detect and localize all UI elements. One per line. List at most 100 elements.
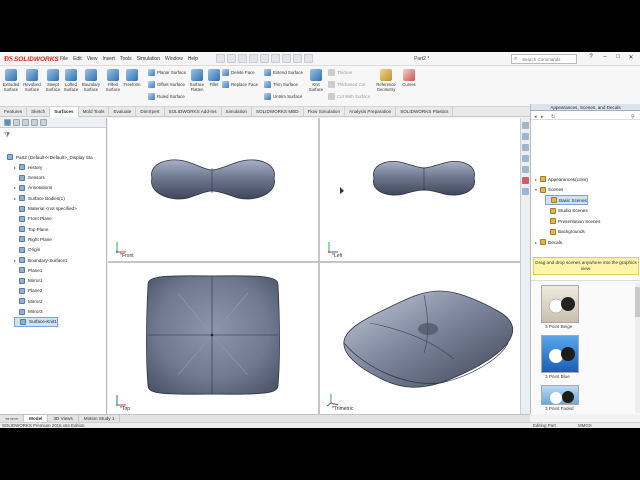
cut-with-surface-button[interactable]: Cut With Surface	[328, 93, 370, 100]
search-commands-input[interactable]: ⌕ Search Commands	[511, 54, 577, 64]
tree-item[interactable]: Top Plane	[14, 224, 48, 234]
tab-features[interactable]: Features	[0, 107, 28, 117]
menu-view[interactable]: View	[87, 56, 98, 62]
tree-item[interactable]: Surface-Knit1	[14, 316, 58, 327]
scene-thumb-3-point-blue[interactable]	[541, 335, 579, 373]
viewport-trimetric[interactable]: *Trimetric	[320, 263, 530, 414]
rebuild-icon[interactable]	[282, 54, 291, 63]
planar-surface-button[interactable]: Planar Surface	[148, 69, 186, 76]
replace-face-button[interactable]: Replace Face	[222, 81, 258, 88]
menu-edit[interactable]: Edit	[73, 56, 82, 62]
open-icon[interactable]	[227, 54, 236, 63]
revolved-surface-button[interactable]: Revolved Surface	[23, 69, 41, 92]
property-manager-tab-icon[interactable]	[13, 119, 20, 126]
appearance-tree-item[interactable]: ▸ Appearances(color)	[535, 174, 588, 184]
scene-thumb-3-point-beige[interactable]	[541, 285, 579, 323]
tree-item[interactable]: Sensors	[14, 173, 45, 183]
menu-simulation[interactable]: Simulation	[137, 56, 160, 62]
close-button[interactable]: ✕	[626, 54, 636, 64]
resources-icon[interactable]	[522, 133, 529, 140]
forward-icon[interactable]: ▸	[541, 114, 544, 120]
appearance-tree-item[interactable]: Backgrounds	[545, 227, 585, 237]
tab-surfaces[interactable]: Surfaces	[50, 107, 79, 117]
refresh-icon[interactable]: ↻	[551, 114, 555, 120]
save-icon[interactable]	[238, 54, 247, 63]
new-icon[interactable]	[216, 54, 225, 63]
curves-button[interactable]: Curves	[400, 69, 418, 87]
tree-item[interactable]: Right Plane	[14, 234, 52, 244]
tree-item[interactable]: Material <not specified>	[14, 204, 77, 214]
menu-file[interactable]: File	[60, 56, 68, 62]
tree-item[interactable]: ▸ Surface Bodies(1)	[14, 193, 65, 203]
thicken-button[interactable]: Thicken	[328, 69, 352, 76]
menu-tools[interactable]: Tools	[120, 56, 132, 62]
tree-item[interactable]: Mirror1	[14, 276, 43, 286]
trim-surface-button[interactable]: Trim Surface	[264, 81, 298, 88]
scene-scrollbar[interactable]	[635, 283, 640, 413]
tree-item[interactable]: Front Plane	[14, 214, 52, 224]
minimize-button[interactable]: –	[600, 54, 610, 64]
dimxpert-manager-tab-icon[interactable]	[31, 119, 38, 126]
appearances-icon[interactable]	[522, 177, 529, 184]
tree-item[interactable]: Plane2	[14, 286, 42, 296]
scene-thumb-3-point-faded[interactable]	[541, 385, 579, 405]
help-icon[interactable]: ?	[586, 54, 596, 64]
tab-solidworks-add-ins[interactable]: SOLIDWORKS Add-Ins	[165, 107, 222, 117]
status-units[interactable]: MMGS	[578, 423, 592, 428]
file-properties-icon[interactable]	[304, 54, 313, 63]
tab-dimxpert[interactable]: DimXpert	[136, 107, 165, 117]
fillet-button[interactable]: Fillet	[205, 69, 223, 87]
graphics-area[interactable]: ⌕ ⌕ ↶ ◨ ◈ ◉ ◐ ● ▣ ▤	[108, 118, 530, 414]
display-manager-tab-icon[interactable]	[40, 119, 47, 126]
surface-flatten-button[interactable]: Surface Flatten	[188, 69, 206, 92]
menu-window[interactable]: Window	[165, 56, 183, 62]
design-library-icon[interactable]	[522, 144, 529, 151]
configuration-manager-tab-icon[interactable]	[22, 119, 29, 126]
tab-3d-views[interactable]: 3D Views	[48, 415, 79, 422]
solidworks-logo[interactable]: ƉS SOLIDWORKS	[4, 54, 59, 64]
lofted-surface-button[interactable]: Lofted Surface	[62, 69, 80, 92]
thickened-cut-button[interactable]: Thickened Cut	[328, 81, 365, 88]
view-palette-icon[interactable]	[522, 166, 529, 173]
appearance-tree-item[interactable]: Presentation Scenes	[545, 216, 600, 226]
tree-item[interactable]: ▸ Annotations	[14, 183, 52, 193]
appearance-tree-item[interactable]: ▾ Scenes	[535, 185, 563, 195]
viewport-left[interactable]: *Left	[320, 118, 530, 261]
tree-item[interactable]: Mirror3	[14, 307, 43, 317]
tab-analysis-preparation[interactable]: Analysis Preparation	[345, 107, 397, 117]
tab-simulation[interactable]: Simulation	[222, 107, 252, 117]
filter-icon[interactable]: ⧩	[4, 131, 10, 141]
tree-item[interactable]: ▸ History	[14, 162, 42, 172]
pin-icon[interactable]: ⚲	[631, 114, 635, 120]
select-icon[interactable]	[271, 54, 280, 63]
reference-geometry-button[interactable]: Reference Geometry	[374, 69, 398, 92]
tree-item[interactable]: Plane1	[14, 265, 42, 275]
tree-item[interactable]: Part2 (Default<<Default>_Display Sta	[2, 152, 93, 162]
tab-sketch[interactable]: Sketch	[27, 107, 51, 117]
scrollbar-thumb[interactable]	[635, 287, 640, 317]
menu-help[interactable]: Help	[188, 56, 198, 62]
tab-motion-study-1[interactable]: Motion Study 1	[79, 415, 121, 422]
appearance-tree-item[interactable]: ▸ Decals	[535, 237, 562, 247]
extend-surface-button[interactable]: Extend Surface	[264, 69, 303, 76]
feature-tree-tab-icon[interactable]	[4, 119, 11, 126]
extruded-surface-button[interactable]: Extruded Surface	[2, 69, 20, 92]
tab-model[interactable]: Model	[24, 415, 49, 422]
undo-icon[interactable]	[260, 54, 269, 63]
filled-surface-button[interactable]: Filled Surface	[104, 69, 122, 92]
print-icon[interactable]	[249, 54, 258, 63]
boundary-surface-button[interactable]: Boundary Surface	[82, 69, 100, 92]
knit-surface-button[interactable]: Knit Surface	[307, 69, 325, 92]
back-icon[interactable]: ◂	[534, 114, 537, 120]
tab-solidworks-plastics[interactable]: SOLIDWORKS Plastics	[396, 107, 454, 117]
appearance-tree-item[interactable]: Basic Scenes	[545, 195, 588, 205]
tree-item[interactable]: ▸ Boundary-Surface1	[14, 255, 68, 265]
viewport-front[interactable]: *Front	[108, 118, 318, 261]
home-icon[interactable]	[522, 122, 529, 129]
viewport-splitter-horizontal[interactable]	[108, 261, 530, 263]
freeform-button[interactable]: Freeform	[123, 69, 141, 87]
offset-surface-button[interactable]: Offset Surface	[148, 81, 185, 88]
menu-insert[interactable]: Insert	[102, 56, 115, 62]
viewport-splitter-vertical[interactable]	[318, 118, 320, 414]
viewport-top[interactable]: *Top	[108, 263, 318, 414]
